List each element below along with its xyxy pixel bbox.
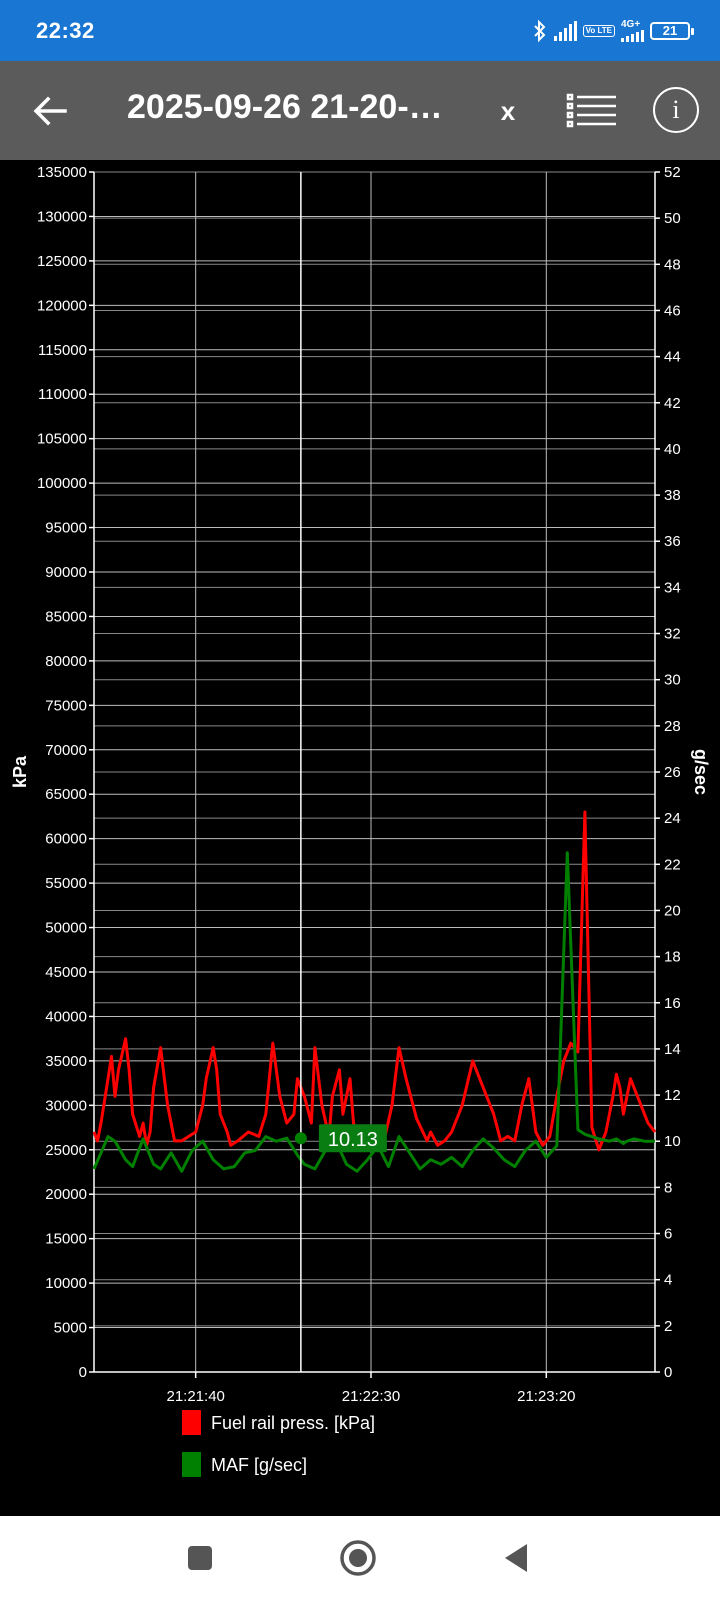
left-tick-label: 45000 [45,964,87,981]
right-tick-label: 8 [664,1179,672,1196]
right-axis-title: g/sec [691,749,711,795]
network-label: 4G+ [621,19,641,30]
left-tick-label: 115000 [38,342,87,359]
left-axis-title: kPa [10,755,30,788]
left-tick-label: 90000 [45,564,87,581]
right-tick-label: 18 [664,949,681,966]
left-tick-label: 120000 [37,297,87,314]
left-tick-label: 95000 [45,520,87,537]
home-icon [340,1540,376,1576]
nav-back-button[interactable] [494,1536,538,1580]
right-tick-label: 40 [664,441,681,458]
right-tick-label: 28 [664,718,681,735]
status-time: 22:32 [36,18,95,43]
right-tick-label: 0 [664,1364,672,1381]
left-tick-label: 110000 [38,386,87,403]
left-tick-label: 105000 [37,431,87,448]
left-tick-label: 20000 [45,1186,87,1203]
4g-signal-icon: 4G+ [621,20,644,42]
right-tick-label: 46 [664,302,681,319]
x-tick-label: 21:23:20 [517,1388,575,1405]
left-tick-label: 135000 [37,164,87,181]
chart[interactable]: 0 5000 10000 15000 20000 25000 30000 35000 40000… [0,160,720,1516]
x-tick-label: 21:22:30 [342,1388,400,1405]
list-button[interactable] [566,89,618,133]
right-tick-label: 36 [664,533,681,550]
info-icon: i [672,95,680,124]
legend-label: MAF [g/sec] [211,1455,307,1475]
left-tick-label: 60000 [45,831,87,848]
page-title: 2025-09-26 21-20-… [127,88,443,126]
left-tick-label: 65000 [45,786,87,803]
navigation-bar [0,1516,720,1600]
status-icons: Vo LTE 4G+ 21 [532,14,694,48]
right-tick-label: 48 [664,256,681,273]
left-tick-label: 10000 [45,1275,87,1292]
right-tick-label: 4 [664,1272,672,1289]
left-tick-label: 85000 [45,608,87,625]
x-tick-label: 21:21:40 [166,1388,224,1405]
right-tick-label: 6 [664,1226,672,1243]
home-button[interactable] [336,1536,380,1580]
left-tick-label: 125000 [37,253,87,270]
right-tick-label: 38 [664,487,681,504]
volte-icon: Vo LTE [582,25,615,37]
recents-icon [188,1546,212,1570]
left-tick-label: 0 [79,1364,87,1381]
right-tick-label: 44 [664,349,681,366]
app-bar: 2025-09-26 21-20-… x i [0,61,720,160]
left-tick-label: 100000 [37,475,87,492]
left-tick-label: 130000 [37,208,87,225]
right-tick-label: 10 [664,1133,681,1150]
back-button[interactable] [22,83,78,139]
bluetooth-icon [533,19,546,43]
recents-button[interactable] [178,1536,222,1580]
close-button[interactable]: x [490,89,526,133]
left-tick-label: 35000 [45,1053,87,1070]
left-tick-label: 75000 [45,697,87,714]
back-triangle-icon [505,1544,527,1572]
right-tick-label: 20 [664,902,681,919]
right-tick-label: 24 [664,810,681,827]
right-tick-label: 14 [664,1041,681,1058]
right-tick-label: 42 [664,395,681,412]
left-tick-label: 30000 [45,1097,87,1114]
legend-label: Fuel rail press. [kPa] [211,1413,375,1433]
chart-area[interactable]: 0 5000 10000 15000 20000 25000 30000 35000 40000… [0,160,720,1516]
legend-swatch [182,1452,201,1477]
right-tick-label: 22 [664,856,681,873]
left-tick-label: 50000 [45,920,87,937]
maf-line [92,851,655,1173]
legend-swatch [182,1410,201,1435]
signal-icon [553,21,577,41]
right-tick-label: 26 [664,764,681,781]
cursor-value-label: 10.13 [328,1129,378,1151]
right-tick-label: 50 [664,210,681,227]
battery-level: 21 [662,23,678,38]
right-tick-label: 2 [664,1318,672,1335]
arrow-left-icon [33,96,67,126]
left-tick-label: 55000 [45,875,87,892]
right-tick-label: 34 [664,579,681,596]
info-button[interactable]: i [653,87,699,133]
status-bar: 22:32 Vo LTE 4G+ 21 [0,0,720,61]
left-tick-label: 70000 [45,742,87,759]
battery-icon: 21 [650,22,694,40]
left-tick-label: 40000 [45,1008,87,1025]
left-tick-label: 80000 [45,653,87,670]
right-tick-label: 16 [664,995,681,1012]
cursor-point [294,1132,307,1145]
right-tick-label: 12 [664,1087,681,1104]
list-icon [566,93,616,128]
right-tick-label: 52 [664,164,681,181]
right-tick-label: 30 [664,672,681,689]
left-tick-label: 5000 [54,1320,87,1337]
left-tick-label: 25000 [45,1142,87,1159]
right-tick-label: 32 [664,626,681,643]
left-tick-label: 15000 [45,1231,87,1248]
